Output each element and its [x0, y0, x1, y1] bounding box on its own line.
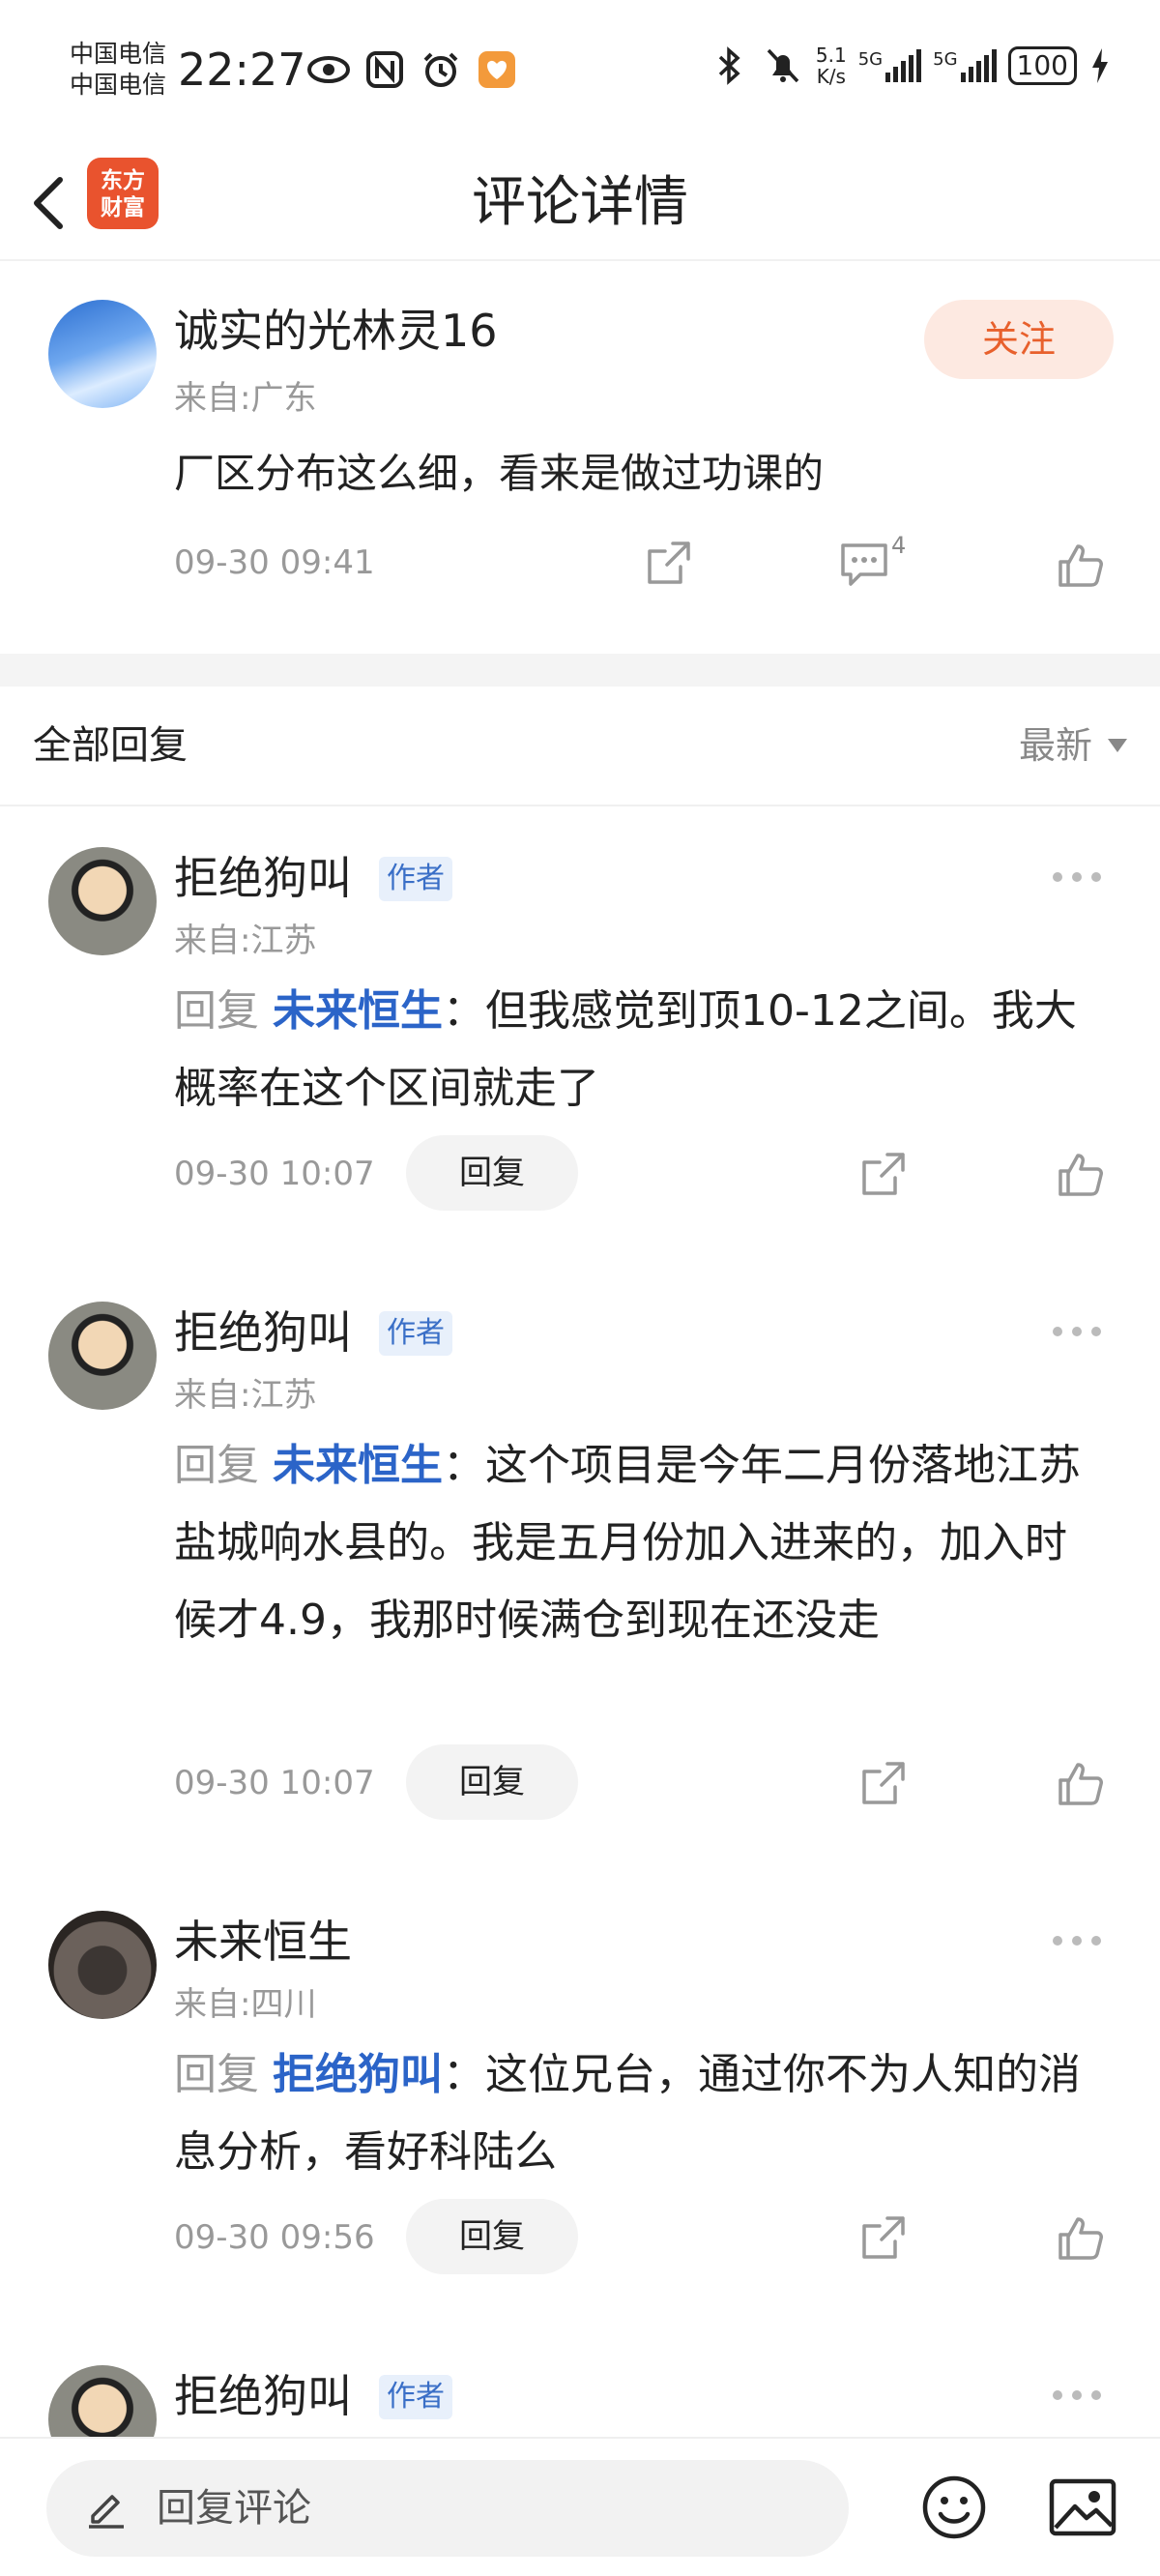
network-speed: 5.1 K/s: [815, 44, 847, 88]
comment-icon: [841, 543, 887, 586]
list-item: 拒绝狗叫 作者: [0, 2327, 1160, 2437]
follow-button[interactable]: 关注: [924, 300, 1114, 379]
reply-prefix: 回复: [174, 2050, 259, 2099]
more-options-button[interactable]: [1048, 863, 1106, 892]
share-button[interactable]: [640, 534, 698, 592]
avatar[interactable]: [48, 300, 157, 408]
image-button[interactable]: [1048, 2474, 1117, 2541]
list-item: 拒绝狗叫 作者 来自:江苏 回复 未来恒生：这个项目是今年二月份落地江苏盐城响水…: [0, 1263, 1160, 1872]
replies-header: 全部回复 最新: [0, 687, 1160, 806]
reply-username[interactable]: 拒绝狗叫: [174, 1305, 352, 1360]
reply-count: 4: [891, 532, 907, 559]
main-comment: 诚实的光林灵16 来自:广东 关注 厂区分布这么细，看来是做过功课的 09-30…: [0, 263, 1160, 654]
mention-link[interactable]: 未来恒生: [273, 986, 443, 1036]
share-icon: [862, 1153, 905, 1195]
reply-text: 回复 未来恒生：但我感觉到顶10-12之间。我大概率在这个区间就走了: [174, 973, 1102, 1127]
mention-link[interactable]: 未来恒生: [273, 1441, 443, 1490]
status-bar: 中国电信 中国电信 22:27 5.1 K/s 5G 5G 100: [0, 0, 1160, 145]
status-icons-right: 5.1 K/s 5G 5G 100: [708, 44, 1112, 87]
avatar[interactable]: [48, 1911, 157, 2019]
status-time: 22:27: [178, 44, 306, 96]
thumbs-up-icon: [1058, 1763, 1103, 1805]
list-item: 拒绝狗叫 作者 来自:江苏 回复 未来恒生：但我感觉到顶10-12之间。我大概率…: [0, 808, 1160, 1263]
page-title: 评论详情: [472, 171, 688, 234]
alarm-icon: [420, 48, 462, 91]
share-icon: [862, 1762, 905, 1804]
carrier-1: 中国电信: [70, 40, 167, 68]
comment-text: 厂区分布这么细，看来是做过功课的: [174, 450, 825, 497]
reply-username[interactable]: 未来恒生: [174, 1915, 352, 1969]
caret-down-icon: [1108, 739, 1127, 752]
avatar[interactable]: [48, 1302, 157, 1410]
comment-time: 09-30 09:41: [174, 543, 375, 582]
reply-prefix: 回复: [174, 986, 259, 1036]
share-icon: [648, 542, 690, 584]
emoji-button[interactable]: [920, 2474, 988, 2541]
status-icons-left: [307, 48, 518, 91]
bottom-input-bar: 回复评论: [0, 2437, 1160, 2576]
section-divider: [0, 654, 1160, 687]
mention-link[interactable]: 拒绝狗叫: [273, 2050, 443, 2099]
comment-count-button[interactable]: [835, 536, 893, 594]
top-nav-bar: 东方 财富 评论详情: [0, 145, 1160, 261]
reply-username[interactable]: 拒绝狗叫: [174, 851, 352, 905]
reply-location: 来自:江苏: [174, 922, 317, 960]
reply-input-placeholder: 回复评论: [157, 2486, 311, 2531]
like-button[interactable]: [1052, 536, 1110, 594]
author-badge: 作者: [379, 857, 452, 901]
reply-time: 09-30 10:07: [174, 1155, 375, 1193]
like-button[interactable]: [1052, 1145, 1110, 1203]
comment-location: 来自:广东: [174, 379, 317, 418]
like-button[interactable]: [1052, 2209, 1110, 2267]
carrier-labels: 中国电信 中国电信: [70, 39, 166, 101]
reply-button[interactable]: 回复: [406, 2199, 578, 2274]
more-options-button[interactable]: [1048, 1317, 1106, 1346]
reply-time: 09-30 10:07: [174, 1764, 375, 1802]
thumbs-up-icon: [1058, 1154, 1103, 1196]
avatar[interactable]: [48, 2365, 157, 2437]
carrier-2: 中国电信: [70, 71, 167, 99]
image-icon: [1049, 2478, 1116, 2536]
thumbs-up-icon: [1058, 544, 1103, 587]
reply-text: 回复 拒绝狗叫：这位兄台，通过你不为人知的消息分析，看好科陆么: [174, 2036, 1102, 2191]
list-item: 未来恒生 来自:四川 回复 拒绝狗叫：这位兄台，通过你不为人知的消息分析，看好科…: [0, 1872, 1160, 2327]
sort-label: 最新: [1018, 724, 1092, 767]
reply-text: 回复 未来恒生：这个项目是今年二月份落地江苏盐城响水县的。我是五月份加入进来的，…: [174, 1427, 1102, 1659]
author-badge: 作者: [379, 1311, 452, 1356]
comment-username[interactable]: 诚实的光林灵16: [174, 304, 498, 358]
pencil-icon: [89, 2495, 124, 2529]
share-button[interactable]: [855, 1145, 913, 1203]
battery-level: 100: [1007, 46, 1077, 85]
reply-prefix: 回复: [174, 1441, 259, 1490]
charging-icon: [1088, 44, 1112, 87]
sort-dropdown[interactable]: 最新: [1019, 721, 1127, 770]
all-replies-title: 全部回复: [33, 723, 188, 768]
share-button[interactable]: [855, 1754, 913, 1812]
bluetooth-icon: [708, 44, 750, 87]
reply-username[interactable]: 拒绝狗叫: [174, 2369, 352, 2423]
mute-icon: [762, 44, 804, 87]
app-notification-icon: [476, 48, 518, 91]
like-button[interactable]: [1052, 1754, 1110, 1812]
signal-2: 5G: [933, 49, 997, 82]
nfc-icon: [363, 48, 406, 91]
signal-1: 5G: [858, 49, 922, 82]
reply-comment-input[interactable]: 回复评论: [46, 2460, 849, 2557]
avatar[interactable]: [48, 847, 157, 955]
more-options-button[interactable]: [1048, 2381, 1106, 2410]
more-options-button[interactable]: [1048, 1926, 1106, 1955]
share-icon: [862, 2216, 905, 2259]
reply-button[interactable]: 回复: [406, 1744, 578, 1820]
reply-button[interactable]: 回复: [406, 1135, 578, 1211]
share-button[interactable]: [855, 2209, 913, 2267]
author-badge: 作者: [379, 2375, 452, 2419]
reply-time: 09-30 09:56: [174, 2218, 375, 2257]
thumbs-up-icon: [1058, 2217, 1103, 2260]
reply-location: 来自:江苏: [174, 1376, 317, 1415]
reply-location: 来自:四川: [174, 1985, 317, 2024]
eye-icon: [307, 48, 350, 91]
emoji-icon: [922, 2475, 986, 2539]
